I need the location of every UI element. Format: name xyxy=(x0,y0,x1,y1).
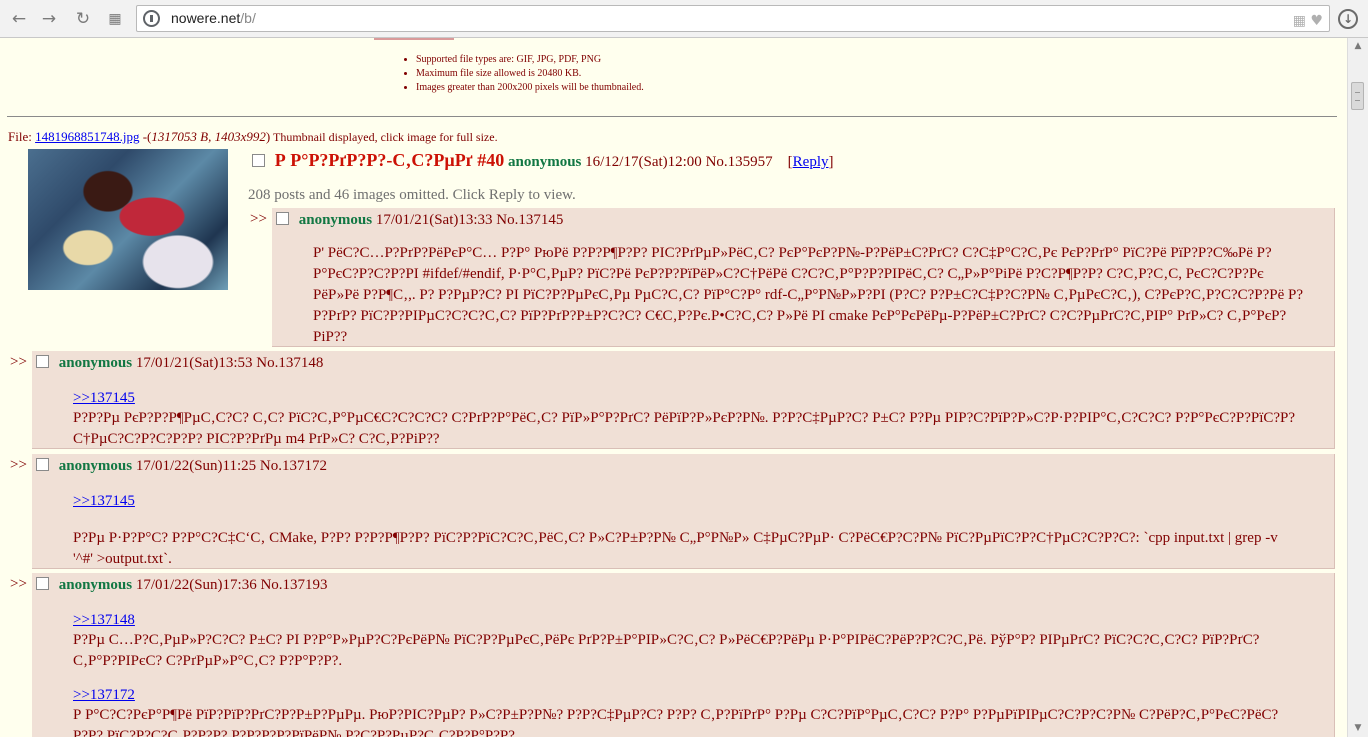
board-page: Supported file types are: GIF, JPG, PDF,… xyxy=(0,38,1347,737)
url-host: nowere.net xyxy=(171,10,241,26)
reply-poster-name: anonymous xyxy=(58,458,133,474)
url-text: nowere.net/b/ xyxy=(171,6,256,31)
reply-link[interactable]: Reply xyxy=(793,154,829,170)
reply-post: anonymous 17/01/22(Sun)17:36 No.137193 >… xyxy=(32,573,1335,737)
extension-download-icon[interactable]: ↓ xyxy=(1338,9,1358,29)
file-meta-open: -( xyxy=(139,129,152,144)
reply-header: anonymous 17/01/22(Sun)11:25 No.137172 xyxy=(36,458,327,475)
reply-post-number[interactable]: No.137148 xyxy=(256,355,323,371)
file-note: Thumbnail displayed, click image for ful… xyxy=(270,130,498,144)
reply-quote-link[interactable]: >>137148 xyxy=(73,612,135,629)
apps-grid-icon[interactable]: ▦ xyxy=(104,8,126,30)
reply-post-number[interactable]: No.137172 xyxy=(260,458,327,474)
reply-poster-name: anonymous xyxy=(58,577,133,593)
upload-rules: Supported file types are: GIF, JPG, PDF,… xyxy=(400,53,644,95)
reply-delete-checkbox[interactable] xyxy=(36,577,49,590)
scroll-thumb[interactable] xyxy=(1351,82,1364,110)
op-file-info: File: 1481968851748.jpg -(1317053 B, 140… xyxy=(8,129,498,145)
reply-quote-link[interactable]: >>137172 xyxy=(73,687,135,704)
address-bar[interactable]: nowere.net/b/ ▦ ♥ xyxy=(136,5,1330,32)
back-arrow-icon[interactable]: ← xyxy=(8,8,30,30)
reply-quote-link[interactable]: >>137145 xyxy=(73,493,135,510)
op-date: 16/12/17(Sat)12:00 xyxy=(585,154,702,170)
reply-message: Р?Р?Рµ РєР?Р?Р¶РµС‚С?С? С‚С? РїС?С‚Р°РµС… xyxy=(73,410,1296,447)
reply-header: anonymous 17/01/22(Sun)17:36 No.137193 xyxy=(36,577,328,594)
reply-post: anonymous 17/01/21(Sat)13:33 No.137145 Р… xyxy=(272,208,1335,347)
file-meta: 1317053 B, 1403x992 xyxy=(151,129,266,144)
reload-icon[interactable]: ↻ xyxy=(72,8,94,30)
reply-message: Р Р°С?С?РєР°Р¶Рё РїР?РїР?РґС?Р?Р±Р?РµРµ.… xyxy=(73,707,1279,737)
op-thumbnail-image[interactable] xyxy=(28,149,228,290)
rule-item: Images greater than 200x200 pixels will … xyxy=(416,81,644,95)
reply-date: 17/01/21(Sat)13:53 xyxy=(135,355,253,371)
reply-prefix: >> xyxy=(10,457,27,473)
reply-prefix: >> xyxy=(250,211,267,227)
browser-toolbar: ← → ↻ ▦ nowere.net/b/ ▦ ♥ ↓ xyxy=(0,0,1368,38)
reply-quote-link[interactable]: >>137145 xyxy=(73,390,135,407)
rule-item: Supported file types are: GIF, JPG, PDF,… xyxy=(416,53,644,67)
url-path: /b/ xyxy=(240,10,256,26)
translate-icon[interactable]: ▦ xyxy=(1293,13,1306,29)
reply-date: 17/01/22(Sun)11:25 xyxy=(135,458,257,474)
reply-message: Р' РёС?С…Р?РґР?РёРєР°С… Р?Р° РюРё Р?Р?Р¶… xyxy=(313,245,1304,345)
horizontal-divider xyxy=(7,116,1337,117)
reply-header: anonymous 17/01/21(Sat)13:33 No.137145 xyxy=(276,212,563,229)
reply-message: Р?Рµ С…Р?С‚РµР»Р?С?С? Р±С? РІ Р?Р°Р»РµР?… xyxy=(73,632,1260,669)
reply-delete-checkbox[interactable] xyxy=(276,212,289,225)
op-header: Р Р°Р?РґР?Р?-С‚С?РµРґ #40 anonymous 16/1… xyxy=(252,150,834,171)
reply-delete-checkbox[interactable] xyxy=(36,458,49,471)
postform-divider xyxy=(374,38,454,40)
reply-post: anonymous 17/01/21(Sat)13:53 No.137148 >… xyxy=(32,351,1335,449)
op-poster-name: anonymous xyxy=(508,154,582,170)
scroll-down-arrow-icon[interactable]: ▼ xyxy=(1348,720,1368,737)
reply-poster-name: anonymous xyxy=(58,355,133,371)
reply-date: 17/01/21(Sat)13:33 xyxy=(375,212,493,228)
vertical-scrollbar[interactable]: ▲ ▼ xyxy=(1347,38,1368,737)
site-info-icon[interactable] xyxy=(143,10,160,27)
op-delete-checkbox[interactable] xyxy=(252,154,265,167)
scroll-up-arrow-icon[interactable]: ▲ xyxy=(1348,38,1368,55)
reply-header: anonymous 17/01/21(Sat)13:53 No.137148 xyxy=(36,355,323,372)
reply-delete-checkbox[interactable] xyxy=(36,355,49,368)
rule-item: Maximum file size allowed is 20480 KB. xyxy=(416,67,644,81)
omnibox-actions: ▦ ♥ xyxy=(1293,9,1323,34)
reply-prefix: >> xyxy=(10,576,27,592)
reply-message: Р?Рµ Р·Р?Р°С? Р?Р°С?С‡С‘С‚ CMake, Р?Р? Р… xyxy=(73,530,1278,567)
op-post-number[interactable]: No.135957 xyxy=(706,154,773,170)
reply-post-number[interactable]: No.137145 xyxy=(496,212,563,228)
bookmark-heart-icon[interactable]: ♥ xyxy=(1310,13,1323,29)
forward-arrow-icon[interactable]: → xyxy=(38,8,60,30)
reply-prefix: >> xyxy=(10,354,27,370)
file-label: File: xyxy=(8,129,36,144)
reply-poster-name: anonymous xyxy=(298,212,373,228)
reply-date: 17/01/22(Sun)17:36 xyxy=(135,577,257,593)
reply-post: anonymous 17/01/22(Sun)11:25 No.137172 >… xyxy=(32,454,1335,569)
op-subject: Р Р°Р?РґР?Р?-С‚С?РµРґ #40 xyxy=(274,150,505,170)
reply-post-number[interactable]: No.137193 xyxy=(260,577,327,593)
file-link[interactable]: 1481968851748.jpg xyxy=(35,129,139,144)
omitted-notice: 208 posts and 46 images omitted. Click R… xyxy=(248,187,576,203)
